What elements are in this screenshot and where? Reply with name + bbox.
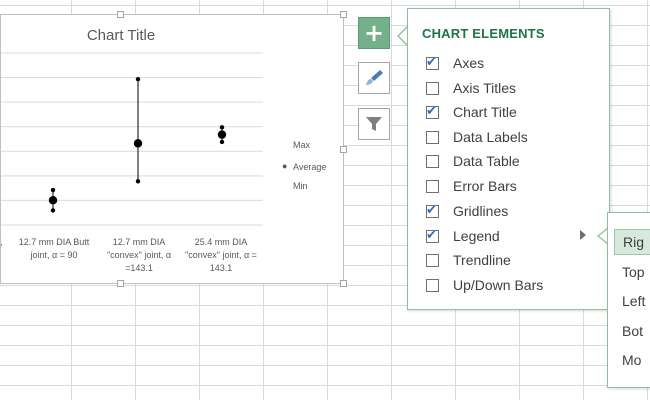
legend-average: Average [293,162,327,172]
chart-title-checkbox[interactable]: ✔ [426,104,439,119]
resize-handle-top[interactable] [117,11,124,18]
trendline-checkbox[interactable] [426,253,439,267]
chart-filters-button[interactable] [358,108,390,140]
panel-title: CHART ELEMENTS [422,26,545,41]
gridlines-checkbox[interactable]: ✔ [426,203,439,218]
legend-more-options[interactable]: Mo [622,347,641,373]
error-bars-checkbox[interactable] [426,179,439,193]
plus-icon: + [363,19,385,47]
option-data-labels[interactable]: Data Labels [426,126,528,148]
legend-position-top[interactable]: Top [622,259,645,285]
option-trendline[interactable]: Trendline [426,249,511,271]
option-gridlines[interactable]: ✔ Gridlines [426,200,508,222]
legend-checkbox[interactable]: ✔ [426,228,439,243]
x-category-label-3: 12.7 mm DIA "convex" joint, α =143.1 [106,237,172,273]
option-up-down-bars[interactable]: Up/Down Bars [426,274,543,296]
chart-area[interactable]: Chart Title t, 12.7 mm DIA Butt joint, α… [0,11,347,287]
average-point[interactable] [48,196,58,205]
chart-elements-panel: CHART ELEMENTS ✔ Axes Axis Titles ✔ Chart … [407,8,610,310]
option-legend[interactable]: ✔ Legend [426,225,500,247]
min-point[interactable] [50,208,56,213]
min-point[interactable] [135,179,141,184]
resize-handle-top-right[interactable] [340,11,347,18]
chart-elements-button[interactable]: + [358,17,390,49]
option-chart-title[interactable]: ✔ Chart Title [426,101,517,123]
data-labels-checkbox[interactable] [426,130,439,144]
min-point[interactable] [219,139,225,145]
axes-checkbox[interactable]: ✔ [426,55,439,70]
legend-min: Min [293,181,308,191]
option-axes[interactable]: ✔ Axes [426,52,484,74]
legend-position-right[interactable]: Rig [614,229,650,255]
option-axis-titles[interactable]: Axis Titles [426,77,516,99]
resize-handle-bottom-right[interactable] [340,280,347,287]
legend-position-left[interactable]: Left [622,288,645,314]
option-data-table[interactable]: Data Table [426,150,520,172]
x-category-label-4: 25.4 mm DIA "convex" joint, α = 143.1 [185,237,257,273]
brush-icon [366,70,383,85]
x-category-label-1: t, [0,237,3,247]
legend-max: Max [293,140,311,150]
legend-average-marker: ● [282,161,288,171]
average-point[interactable] [133,139,143,148]
max-point[interactable] [135,77,141,82]
chart-styles-button[interactable] [358,62,390,94]
x-category-label-2: 12.7 mm DIA Butt joint, α = 90 [18,237,90,260]
axis-titles-checkbox[interactable] [426,81,439,95]
max-point[interactable] [50,187,56,193]
average-point[interactable] [217,130,227,139]
legend-position-bottom[interactable]: Bot [622,318,643,344]
max-point[interactable] [219,125,225,130]
resize-handle-bottom[interactable] [117,280,124,287]
option-error-bars[interactable]: Error Bars [426,175,517,197]
legend-submenu-arrow-icon[interactable] [580,230,586,240]
up-down-bars-checkbox[interactable] [426,278,439,292]
data-table-checkbox[interactable] [426,154,439,168]
legend-position-submenu: Rig Top Left Bot Mo [607,212,650,388]
filter-icon [366,117,382,131]
resize-handle-right[interactable] [340,146,347,153]
